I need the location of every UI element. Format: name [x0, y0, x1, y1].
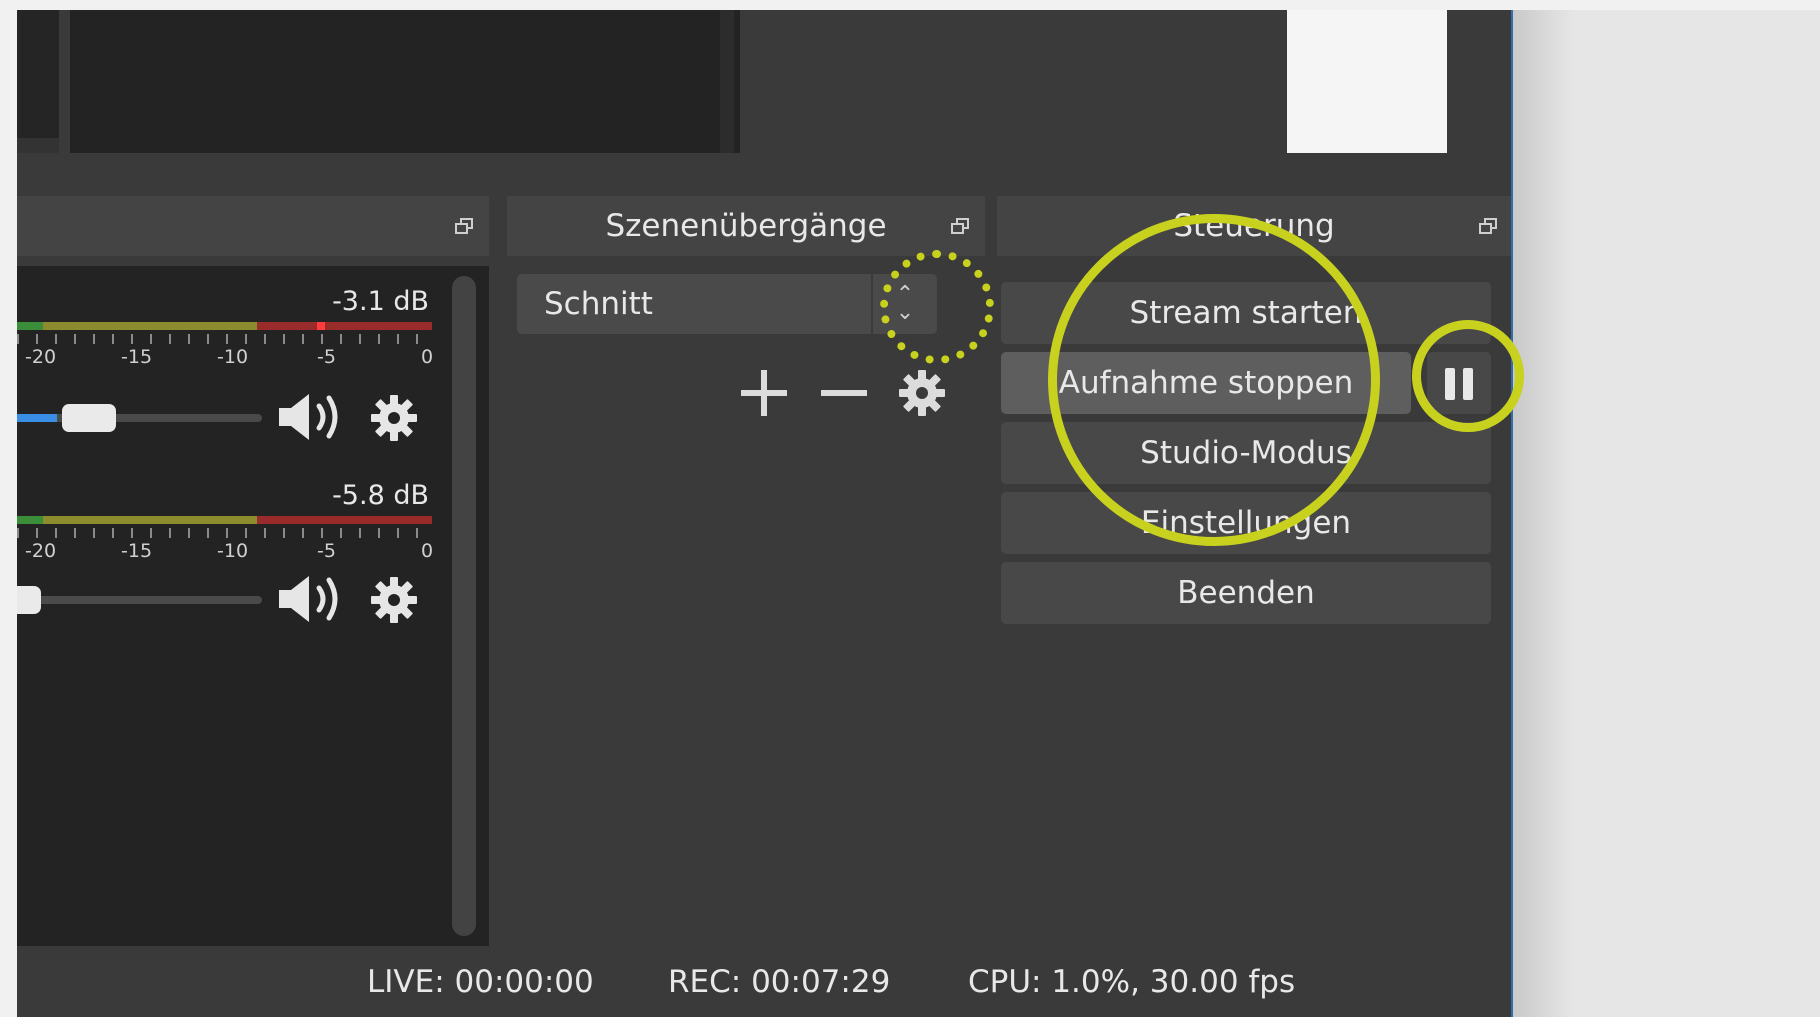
- rec-timer: REC: 00:07:29: [668, 964, 891, 1000]
- mixer-dock-header: [17, 196, 489, 256]
- preview-canvas: [65, 10, 740, 153]
- preview-left-panel: [17, 10, 59, 153]
- pause-icon[interactable]: [1427, 352, 1491, 414]
- channel-1-volume-thumb[interactable]: [62, 404, 116, 432]
- gear-icon[interactable]: [369, 393, 419, 443]
- window-shadow: [1513, 10, 1573, 1017]
- desktop-strip-top: [0, 0, 1820, 10]
- audio-mixer: -3.1 dB -20 -15 -10 -5 0 -5.8 dB -20 -15…: [17, 266, 489, 946]
- transitions-dock-header: Szenenübergänge: [507, 196, 985, 256]
- channel-2-volume-slider[interactable]: [17, 596, 262, 604]
- channel-2-ticks: [17, 528, 432, 538]
- preview-left-scrollbar[interactable]: [17, 138, 59, 153]
- chevron-up-down-icon[interactable]: ⌃ ⌄: [871, 274, 937, 334]
- plus-icon[interactable]: [737, 366, 791, 420]
- obs-window: -3.1 dB -20 -15 -10 -5 0 -5.8 dB -20 -15…: [17, 10, 1513, 1017]
- controls-title: Steuerung: [1173, 208, 1335, 244]
- preview-scrollbar[interactable]: [720, 10, 734, 153]
- speaker-icon[interactable]: [275, 572, 343, 626]
- transitions-panel: Schnitt ⌃ ⌄: [501, 266, 973, 946]
- mixer-scrollbar[interactable]: [452, 276, 476, 936]
- status-bar: LIVE: 00:00:00 REC: 00:07:29 CPU: 1.0%, …: [17, 946, 1511, 1017]
- preview-white-panel: [1287, 10, 1447, 153]
- record-stop-button[interactable]: Aufnahme stoppen: [1001, 352, 1411, 414]
- gear-icon[interactable]: [897, 368, 947, 418]
- live-timer: LIVE: 00:00:00: [367, 964, 594, 1000]
- channel-2-db: -5.8 dB: [332, 480, 429, 511]
- minus-icon[interactable]: [817, 366, 871, 420]
- transition-select[interactable]: Schnitt ⌃ ⌄: [517, 274, 937, 334]
- transitions-title: Szenenübergänge: [605, 208, 887, 244]
- float-icon[interactable]: [455, 218, 473, 234]
- transition-select-value: Schnitt: [544, 286, 653, 322]
- channel-1-db: -3.1 dB: [332, 286, 429, 317]
- speaker-icon[interactable]: [275, 390, 343, 444]
- settings-button[interactable]: Einstellungen: [1001, 492, 1491, 554]
- desktop-strip-left: [0, 0, 17, 1017]
- channel-1-volume-slider[interactable]: [17, 414, 262, 422]
- channel-2-volume-thumb[interactable]: [17, 586, 41, 614]
- channel-1-ticks: [17, 334, 432, 344]
- controls-panel: Stream starten Aufnahme stoppen Studio-M…: [985, 266, 1505, 946]
- studio-mode-button[interactable]: Studio-Modus: [1001, 422, 1491, 484]
- float-icon[interactable]: [951, 218, 969, 234]
- controls-dock-header: Steuerung: [997, 196, 1511, 256]
- stream-button[interactable]: Stream starten: [1001, 282, 1491, 344]
- channel-2-meter: [17, 516, 432, 524]
- gear-icon[interactable]: [369, 575, 419, 625]
- exit-button[interactable]: Beenden: [1001, 562, 1491, 624]
- float-icon[interactable]: [1479, 218, 1497, 234]
- channel-1-meter: [17, 322, 432, 330]
- channel-1-volume-fill: [17, 414, 57, 422]
- cpu-status: CPU: 1.0%, 30.00 fps: [968, 964, 1296, 1000]
